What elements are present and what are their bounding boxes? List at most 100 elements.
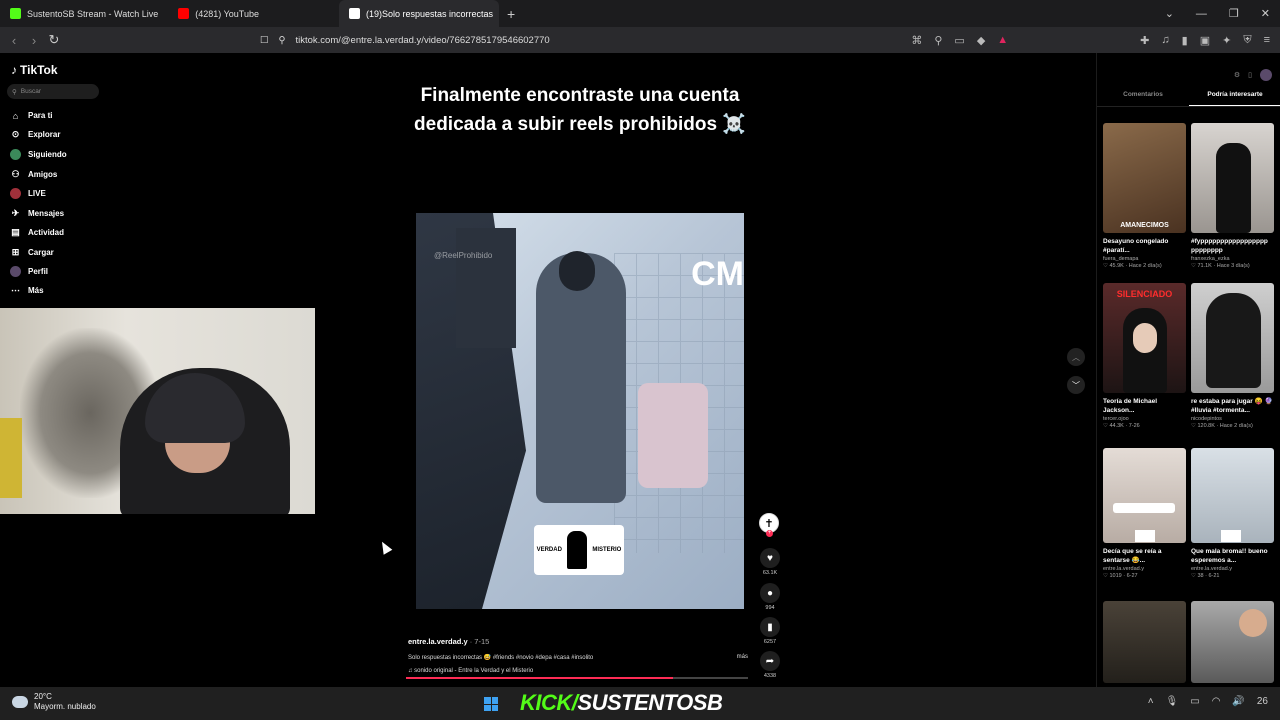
- brave-shield-icon[interactable]: ◆: [977, 34, 985, 47]
- chevron-down-icon[interactable]: ⌄: [1165, 7, 1174, 20]
- tiktok-logo[interactable]: ♪ TikTok: [11, 63, 58, 77]
- heart-icon: ♥: [760, 548, 780, 568]
- webcam-overlay: [0, 308, 315, 514]
- clock[interactable]: 26: [1257, 696, 1268, 707]
- leo-icon[interactable]: ✦: [1222, 34, 1231, 47]
- browser-tab-active[interactable]: (19)Solo respuestas incorrectas ✕: [338, 0, 499, 27]
- silhouette-icon: [567, 531, 588, 569]
- tab-comentarios[interactable]: Comentarios: [1097, 91, 1189, 106]
- kick-stream-overlay: KICK/SUSTENTOSB: [520, 690, 723, 715]
- browser-tab[interactable]: (4281) YouTube: [168, 0, 269, 27]
- like-button[interactable]: ♥ 63.1K: [759, 548, 781, 576]
- wallet-icon[interactable]: ▣: [1200, 34, 1210, 47]
- url-field[interactable]: tiktok.com/@entre.la.verdad.y/video/7662…: [296, 35, 550, 46]
- copy-icon[interactable]: ▯: [1248, 71, 1252, 79]
- weather-widget[interactable]: 20°C Mayorm. nublado: [12, 692, 96, 712]
- forward-icon[interactable]: ›: [24, 33, 44, 48]
- video-progress-bar[interactable]: [406, 677, 748, 679]
- sidebar-item-actividad[interactable]: ▤ Actividad: [10, 227, 64, 238]
- thumbnail-figure: [1206, 293, 1261, 388]
- browser-tab-bar: SustentoSB Stream - Watch Live (4281) Yo…: [0, 0, 1280, 27]
- bookmark-icon[interactable]: ☐: [260, 35, 269, 46]
- recommended-video-card[interactable]: [1191, 601, 1274, 683]
- panel-tabs: Comentarios Podría interesarte: [1097, 91, 1280, 107]
- comment-icon: ●: [760, 583, 780, 603]
- more-icon: ⋯: [11, 285, 20, 295]
- tab-podria-interesarte[interactable]: Podría interesarte: [1189, 91, 1280, 106]
- following-icon: [10, 149, 21, 160]
- rewards-icon[interactable]: ▲: [997, 34, 1008, 46]
- video-author[interactable]: entre.la.verdad.y · 7-15: [408, 637, 748, 646]
- like-count: 63.1K: [762, 570, 778, 576]
- display-icon[interactable]: ▭: [1190, 696, 1199, 707]
- sidebar-item-amigos[interactable]: ⚇ Amigos: [10, 169, 57, 180]
- sidebar-item-mas[interactable]: ⋯ Más: [10, 285, 44, 296]
- webcam-object: [0, 418, 22, 498]
- save-button[interactable]: ▮ 6257: [759, 617, 781, 645]
- tab-label: SustentoSB Stream - Watch Live: [27, 8, 159, 19]
- sidebar-item-perfil[interactable]: Perfil: [10, 266, 48, 277]
- recommended-video-card[interactable]: Decía que se reía a sentarse 😂... entre.…: [1103, 448, 1186, 579]
- video-music[interactable]: ♫ sonido original - Entre la Verdad y el…: [408, 668, 748, 674]
- sidebar-item-para-ti[interactable]: ⌂ Para ti: [10, 110, 53, 121]
- recommended-video-card[interactable]: re estaba para jugar 😝 🔮 #lluvia #tormen…: [1191, 283, 1274, 429]
- sidebar-item-live[interactable]: LIVE: [10, 188, 46, 199]
- sidebar-item-explorar[interactable]: ⊙ Explorar: [10, 129, 61, 140]
- sidebar-icon[interactable]: ▮: [1182, 34, 1188, 47]
- recommended-video-card[interactable]: SILENCIADO Teoría de Michael Jackson... …: [1103, 283, 1186, 429]
- recommended-video-card[interactable]: AMANECIMOS Desayuno congelado #paratí...…: [1103, 123, 1186, 269]
- site-info-icon[interactable]: ⚲: [279, 35, 286, 46]
- video-date: · 7-15: [469, 637, 490, 646]
- close-window-icon[interactable]: ✕: [1261, 7, 1270, 20]
- tiktok-page: ♪ TikTok ⚲ Buscar ⌂ Para ti ⊙ Explorar S…: [0, 53, 1280, 687]
- cast-icon[interactable]: ▭: [954, 34, 964, 47]
- new-tab-icon[interactable]: +: [507, 6, 515, 22]
- recommended-video-card[interactable]: #fyppppppppppppppppp pppppppp franxezka_…: [1191, 123, 1274, 269]
- microphone-icon[interactable]: 🎙: [1166, 696, 1179, 707]
- chevron-down-icon[interactable]: ﹀: [1067, 376, 1085, 394]
- chevron-up-icon[interactable]: ︿: [1067, 348, 1085, 366]
- recommended-video-card[interactable]: Que mala broma!! bueno esperemos a... en…: [1191, 448, 1274, 579]
- volume-icon[interactable]: 🔊: [1232, 696, 1244, 707]
- back-icon[interactable]: ‹: [4, 33, 24, 48]
- sidebar-item-cargar[interactable]: ⊞ Cargar: [10, 247, 54, 258]
- restore-icon[interactable]: ❐: [1229, 7, 1239, 20]
- search-input[interactable]: ⚲ Buscar: [7, 84, 99, 99]
- user-avatar[interactable]: [1260, 69, 1272, 81]
- video-thumbnail: AMANECIMOS: [1103, 123, 1186, 233]
- thumbnail-face: [1239, 609, 1267, 637]
- follow-plus-icon[interactable]: +: [766, 530, 773, 537]
- sidebar-item-mensajes[interactable]: ✈ Mensajes: [10, 208, 64, 219]
- vpn-icon[interactable]: ⛨: [1243, 34, 1251, 47]
- video-player[interactable]: @ReelProhibido CM VERDAD MISTERIO: [416, 213, 744, 609]
- search-icon: ⚲: [12, 88, 17, 96]
- mouse-cursor: [377, 539, 393, 555]
- share-button[interactable]: ➦ 4338: [759, 651, 781, 679]
- sidebar-item-siguiendo[interactable]: Siguiendo: [10, 149, 67, 160]
- video-watermark: @ReelProhibido: [434, 251, 493, 260]
- address-bar: ‹ › ↻ ☐ ⚲ tiktok.com/@entre.la.verdad.y/…: [0, 27, 1280, 53]
- windows-start-icon[interactable]: [484, 697, 498, 711]
- share-count: 4338: [763, 673, 777, 679]
- settings-icon[interactable]: ⚙: [1234, 71, 1240, 79]
- recommendations-panel: ⚙ ▯ Comentarios Podría interesarte AMANE…: [1096, 53, 1280, 687]
- panel-controls: ⚙ ▯: [1234, 69, 1272, 81]
- zoom-icon[interactable]: ⚲: [934, 34, 942, 47]
- more-link[interactable]: más: [737, 654, 748, 661]
- video-thumbnail: [1191, 448, 1274, 543]
- browser-tab[interactable]: SustentoSB Stream - Watch Live: [0, 0, 168, 27]
- music-icon[interactable]: ♫: [1161, 34, 1169, 46]
- chevron-up-icon[interactable]: ˄: [1148, 696, 1154, 707]
- wifi-icon[interactable]: ◠: [1212, 696, 1221, 707]
- extensions-icon[interactable]: ✚: [1140, 34, 1149, 47]
- menu-icon[interactable]: ≡: [1264, 34, 1270, 46]
- recommended-video-card[interactable]: [1103, 601, 1186, 683]
- friends-icon: ⚇: [11, 169, 20, 179]
- comment-button[interactable]: ● 994: [759, 583, 781, 611]
- minimize-icon[interactable]: —: [1196, 8, 1207, 20]
- translate-icon[interactable]: ⌘: [911, 34, 922, 47]
- messages-icon: ✈: [11, 208, 20, 218]
- video-thumbnail: [1191, 283, 1274, 393]
- video-progress-fill: [406, 677, 673, 679]
- reload-icon[interactable]: ↻: [44, 32, 64, 48]
